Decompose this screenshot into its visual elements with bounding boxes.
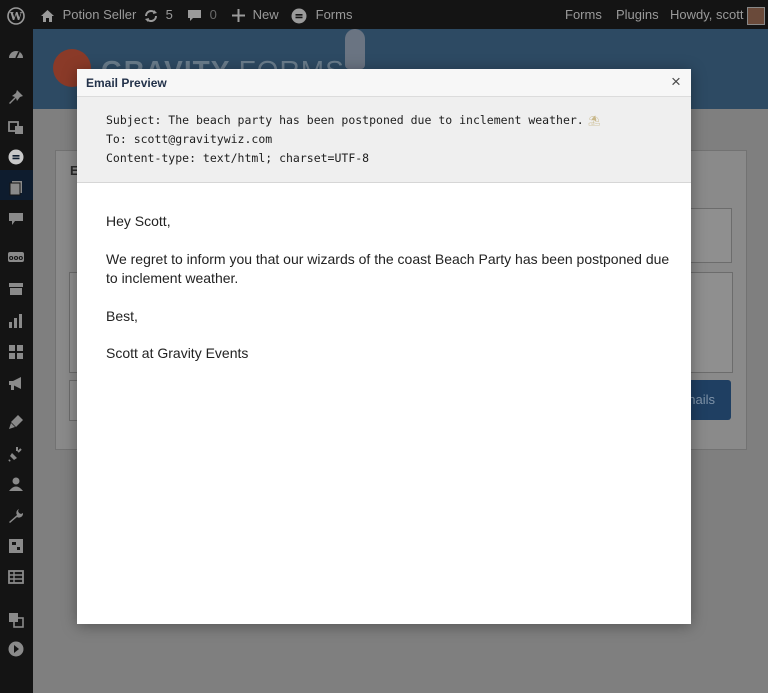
forms-link[interactable]: Forms <box>291 0 352 29</box>
email-preview-modal: Email Preview × Subject: The beach party… <box>77 69 691 624</box>
comments-count: 0 <box>209 7 217 22</box>
gravity-forms-icon <box>291 7 307 24</box>
email-signature: Scott at Gravity Events <box>106 345 249 361</box>
site-name-link[interactable]: Potion Seller <box>40 0 136 29</box>
email-subject: Subject: The beach party has been postpo… <box>106 113 601 127</box>
forms-label: Forms <box>315 7 353 22</box>
email-headers: Subject: The beach party has been postpo… <box>77 97 691 183</box>
close-icon[interactable]: × <box>667 72 685 92</box>
updates-icon <box>143 7 159 22</box>
users-icon[interactable] <box>8 476 24 492</box>
collapse-icon[interactable] <box>8 641 24 657</box>
woo-icon[interactable]: ooo <box>8 249 24 265</box>
plugins-icon[interactable] <box>8 446 24 462</box>
email-greeting: Hey Scott, <box>106 213 171 229</box>
modal-titlebar: Email Preview × <box>77 69 691 97</box>
site-name: Potion Seller <box>62 7 137 22</box>
dashboard-icon[interactable] <box>8 46 24 62</box>
avatar <box>747 6 766 25</box>
megaphone-icon[interactable] <box>8 375 24 391</box>
new-label: New <box>252 7 279 22</box>
beach-umbrella-icon: ⛱ <box>587 116 601 127</box>
pin-icon[interactable] <box>8 89 24 105</box>
comments-icon[interactable] <box>8 211 24 227</box>
tools-icon[interactable] <box>8 508 24 524</box>
forms-icon[interactable] <box>8 149 24 165</box>
analytics-icon[interactable] <box>8 313 24 329</box>
email-paragraph: We regret to inform you that our wizards… <box>106 251 670 286</box>
updates-link[interactable]: 5 <box>143 0 173 29</box>
comments-icon <box>187 7 202 22</box>
svg-text:ooo: ooo <box>9 254 24 262</box>
pages-icon[interactable] <box>8 180 24 196</box>
appearance-icon[interactable] <box>8 414 24 430</box>
new-content-link[interactable]: New <box>232 0 279 29</box>
comments-link[interactable]: 0 <box>187 0 217 29</box>
updates-count: 5 <box>165 7 173 22</box>
settings-icon[interactable] <box>8 538 24 554</box>
modal-title: Email Preview <box>86 76 167 90</box>
plus-icon <box>232 7 245 23</box>
admin-bar: W Potion Seller 5 0 New Forms Forms Plug… <box>0 0 768 29</box>
svg-text:W: W <box>9 10 23 23</box>
table-icon[interactable] <box>8 569 24 585</box>
home-icon <box>40 7 55 22</box>
plugins-menu-link[interactable]: Plugins <box>616 0 659 29</box>
email-to: To: scott@gravitywiz.com <box>106 132 273 146</box>
my-account-link[interactable]: Howdy, scott <box>670 0 766 29</box>
blocks-icon[interactable] <box>8 344 24 360</box>
translate-icon[interactable] <box>8 612 24 628</box>
wordpress-logo-icon[interactable]: W <box>7 0 25 29</box>
email-content-type: Content-type: text/html; charset=UTF-8 <box>106 151 370 165</box>
admin-sidebar: ooo <box>0 29 33 693</box>
media-icon[interactable] <box>8 119 24 135</box>
rocket-icon <box>345 29 365 69</box>
forms-menu-link[interactable]: Forms <box>565 0 602 29</box>
email-closing: Best, <box>106 308 138 324</box>
howdy-text: Howdy, scott <box>670 7 744 22</box>
archive-icon[interactable] <box>8 281 24 297</box>
